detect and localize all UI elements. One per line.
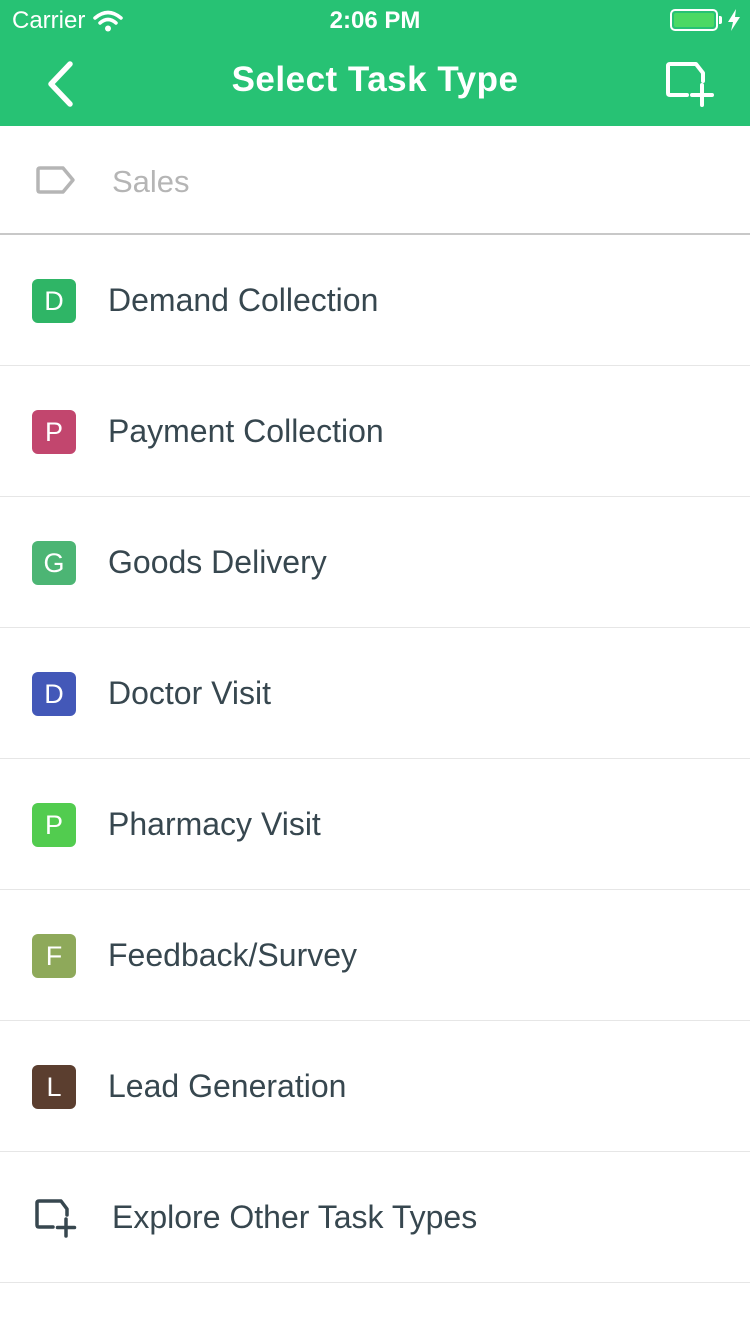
task-type-label: Lead Generation — [108, 1068, 347, 1104]
task-initial-badge: D — [32, 279, 76, 323]
task-type-lead-generation[interactable]: L Lead Generation — [0, 1021, 750, 1152]
app-header: Carrier 2:06 PM Select Task Type — [0, 0, 750, 126]
add-task-type-icon — [35, 1199, 77, 1238]
category-label: Sales — [112, 164, 190, 199]
battery-indicator — [670, 9, 740, 31]
battery-icon — [670, 9, 718, 31]
navigation-bar: Select Task Type — [0, 40, 750, 126]
explore-label: Explore Other Task Types — [112, 1199, 478, 1235]
task-type-demand-collection[interactable]: D Demand Collection — [0, 235, 750, 366]
tag-icon — [36, 166, 75, 194]
task-type-payment-collection[interactable]: P Payment Collection — [0, 366, 750, 497]
page-title: Select Task Type — [231, 60, 519, 99]
add-task-type-icon — [666, 62, 714, 107]
task-initial-badge: P — [32, 410, 76, 454]
task-initial-badge: L — [32, 1065, 76, 1109]
task-type-label: Goods Delivery — [108, 544, 327, 580]
task-type-doctor-visit[interactable]: D Doctor Visit — [0, 628, 750, 759]
task-initial-badge: F — [32, 934, 76, 978]
task-type-label: Pharmacy Visit — [108, 806, 321, 842]
task-type-label: Feedback/Survey — [108, 937, 358, 973]
task-initial-badge: P — [32, 803, 76, 847]
task-type-label: Payment Collection — [108, 413, 384, 449]
status-bar: Carrier 2:06 PM — [0, 0, 750, 40]
task-type-label: Demand Collection — [108, 282, 379, 318]
category-filter[interactable]: Sales — [0, 126, 750, 235]
task-type-list: D Demand Collection P Payment Collection… — [0, 235, 750, 1283]
task-type-label: Doctor Visit — [108, 675, 272, 711]
task-type-pharmacy-visit[interactable]: P Pharmacy Visit — [0, 759, 750, 890]
clock: 2:06 PM — [329, 7, 421, 34]
explore-task-types-button[interactable]: Explore Other Task Types — [0, 1152, 750, 1283]
task-initial-badge: G — [32, 541, 76, 585]
task-initial-badge: D — [32, 672, 76, 716]
charging-bolt-icon — [728, 9, 740, 31]
task-type-feedback-survey[interactable]: F Feedback/Survey — [0, 890, 750, 1021]
add-task-type-button[interactable] — [660, 54, 720, 114]
task-type-goods-delivery[interactable]: G Goods Delivery — [0, 497, 750, 628]
